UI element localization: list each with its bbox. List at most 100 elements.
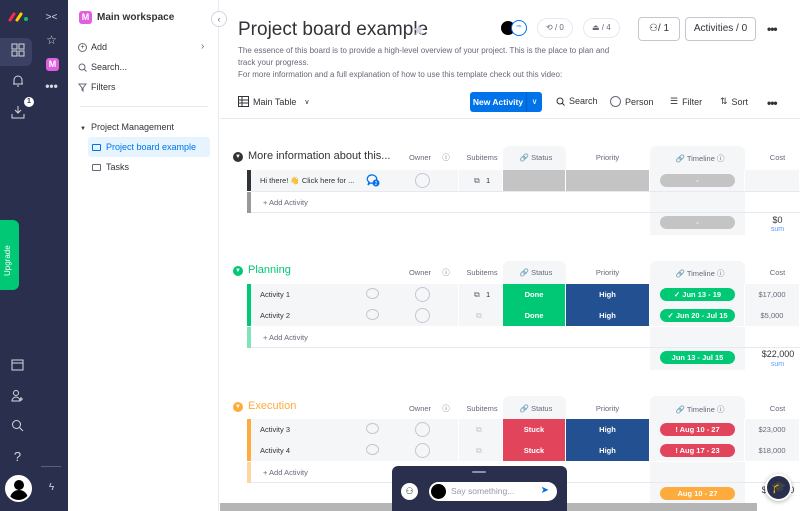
comment-icon[interactable] bbox=[366, 309, 379, 320]
collapse-arrows-icon[interactable]: >< bbox=[35, 12, 68, 23]
comment-icon[interactable] bbox=[366, 288, 379, 299]
cost-cell[interactable]: $18,000 bbox=[745, 440, 800, 461]
column-header-owner[interactable]: Owner bbox=[405, 268, 435, 277]
table-row[interactable]: Activity 4 ⧉ Stuck High ! Aug 17 - 23 $1… bbox=[247, 440, 800, 461]
members-button[interactable]: ⚇/ 1 bbox=[638, 17, 680, 41]
table-row[interactable]: Hi there! 👋 Click here for ... 2 ⧉ 1 - bbox=[247, 170, 800, 191]
workspace-avatar-small[interactable]: M bbox=[46, 58, 59, 71]
search-icon[interactable] bbox=[0, 419, 35, 436]
toolbar-search-button[interactable]: Search bbox=[556, 96, 598, 106]
send-icon[interactable]: ➤ bbox=[541, 485, 549, 496]
column-header-subitems[interactable]: Subitems bbox=[462, 404, 502, 413]
monday-logo[interactable] bbox=[8, 12, 30, 22]
subitems-cell[interactable]: ⧉ 1 bbox=[459, 284, 503, 305]
group-collapse-icon[interactable]: ▼ bbox=[233, 402, 243, 412]
column-header-priority[interactable]: Priority bbox=[576, 404, 639, 413]
info-icon[interactable]: ⓘ bbox=[441, 267, 451, 278]
column-header-cost[interactable]: Cost bbox=[760, 404, 795, 413]
notifications-bell-icon[interactable] bbox=[0, 74, 35, 92]
subitems-cell[interactable]: ⧉ 1 bbox=[459, 170, 503, 191]
sort-button[interactable]: ⇅ Sort bbox=[720, 96, 748, 107]
person-filter-button[interactable]: Person bbox=[610, 96, 654, 107]
column-header-cost[interactable]: Cost bbox=[760, 153, 795, 162]
chat-drag-handle[interactable] bbox=[472, 471, 486, 473]
table-row[interactable]: Activity 3 ⧉ Stuck High ! Aug 10 - 27 $2… bbox=[247, 419, 800, 440]
inbox-icon[interactable] bbox=[0, 105, 35, 123]
view-selector[interactable]: Main Table ∨ bbox=[238, 96, 310, 107]
cost-summary-label[interactable]: sum bbox=[760, 361, 795, 368]
timeline-cell[interactable]: ✓ Jun 20 - Jul 15 bbox=[650, 305, 745, 326]
column-header-subitems[interactable]: Subitems bbox=[462, 268, 502, 277]
column-header-owner[interactable]: Owner bbox=[405, 153, 435, 162]
chevron-right-icon[interactable]: › bbox=[201, 41, 204, 52]
lightning-icon[interactable]: ϟ bbox=[35, 482, 68, 493]
owner-cell[interactable] bbox=[386, 419, 459, 440]
invite-members-icon[interactable] bbox=[0, 389, 35, 406]
board-title[interactable]: Project board example bbox=[238, 19, 428, 41]
board-description[interactable]: The essence of this board is to provide … bbox=[238, 45, 628, 81]
info-icon[interactable]: ⓘ bbox=[441, 152, 451, 163]
invite-to-chat-icon[interactable]: ⚇ bbox=[401, 483, 418, 500]
my-work-calendar-icon[interactable] bbox=[0, 358, 35, 375]
integrations-button[interactable]: ⟲ / 0 bbox=[537, 18, 573, 38]
priority-cell[interactable]: High bbox=[566, 419, 650, 440]
table-row[interactable]: Activity 2 ⧉ Done High ✓ Jun 20 - Jul 15… bbox=[247, 305, 800, 326]
user-avatar[interactable] bbox=[5, 475, 32, 502]
priority-cell[interactable] bbox=[566, 170, 650, 191]
comment-icon[interactable] bbox=[366, 444, 379, 455]
new-activity-dropdown-icon[interactable]: ∨ bbox=[527, 92, 542, 112]
status-cell[interactable]: Stuck bbox=[503, 419, 566, 440]
board-menu-dots-icon[interactable]: ••• bbox=[767, 22, 778, 36]
table-row[interactable]: Activity 1 ⧉ 1 Done High ✓ Jun 13 - 19 $… bbox=[247, 284, 800, 305]
column-header-timeline[interactable]: 🔗 Timeline ⓘ bbox=[670, 404, 730, 415]
help-icon[interactable]: ? bbox=[0, 449, 35, 464]
add-button[interactable]: + Add bbox=[78, 42, 107, 52]
board-item-project-board-example[interactable]: Project board example bbox=[88, 137, 210, 157]
automations-button[interactable]: ⏏ / 4 bbox=[583, 18, 620, 38]
group-title[interactable]: Planning bbox=[248, 264, 291, 276]
status-cell[interactable] bbox=[503, 170, 566, 191]
cost-cell[interactable]: $23,000 bbox=[745, 419, 800, 440]
learning-center-graduation-cap-icon[interactable]: 🎓 bbox=[765, 474, 792, 501]
column-header-priority[interactable]: Priority bbox=[576, 268, 639, 277]
column-header-status[interactable]: 🔗 Status bbox=[516, 153, 556, 162]
comments-icon[interactable]: 2 bbox=[366, 173, 380, 187]
timeline-cell[interactable]: ! Aug 17 - 23 bbox=[650, 440, 745, 461]
filters-button[interactable]: Filters bbox=[78, 82, 116, 92]
info-icon[interactable]: ⓘ bbox=[441, 403, 451, 414]
filter-button[interactable]: ☰ Filter bbox=[670, 96, 702, 107]
priority-cell[interactable]: High bbox=[566, 305, 650, 326]
group-collapse-icon[interactable]: ▼ bbox=[233, 266, 243, 276]
favorites-star-icon[interactable]: ☆ bbox=[35, 33, 68, 47]
timeline-cell[interactable]: ! Aug 10 - 27 bbox=[650, 419, 745, 440]
column-header-subitems[interactable]: Subitems bbox=[462, 153, 502, 162]
share-board-icon[interactable]: ⇨ bbox=[511, 20, 527, 36]
workspace-search[interactable]: Search... bbox=[78, 62, 127, 72]
favorite-star-icon[interactable]: ★ bbox=[412, 21, 425, 39]
new-activity-label[interactable]: New Activity bbox=[470, 92, 527, 112]
column-header-cost[interactable]: Cost bbox=[760, 268, 795, 277]
group-title[interactable]: Execution bbox=[248, 400, 296, 412]
comment-icon[interactable] bbox=[366, 423, 379, 434]
column-header-timeline[interactable]: 🔗 Timeline ⓘ bbox=[670, 268, 730, 279]
timeline-cell[interactable]: - bbox=[650, 170, 745, 191]
timeline-cell[interactable]: ✓ Jun 13 - 19 bbox=[650, 284, 745, 305]
workspace-title[interactable]: M Main workspace bbox=[79, 11, 174, 24]
priority-cell[interactable]: High bbox=[566, 284, 650, 305]
column-header-status[interactable]: 🔗 Status bbox=[516, 404, 556, 413]
group-collapse-icon[interactable]: ▼ bbox=[233, 152, 243, 162]
status-cell[interactable]: Done bbox=[503, 284, 566, 305]
owner-cell[interactable] bbox=[386, 284, 459, 305]
upgrade-button[interactable]: Upgrade bbox=[0, 220, 19, 290]
new-activity-button[interactable]: New Activity ∨ bbox=[470, 92, 542, 112]
column-header-timeline[interactable]: 🔗 Timeline ⓘ bbox=[670, 153, 730, 164]
collapse-panel-button[interactable]: ‹ bbox=[211, 11, 227, 27]
column-header-priority[interactable]: Priority bbox=[576, 153, 639, 162]
owner-cell[interactable] bbox=[386, 440, 459, 461]
status-cell[interactable]: Stuck bbox=[503, 440, 566, 461]
column-header-status[interactable]: 🔗 Status bbox=[516, 268, 556, 277]
group-title[interactable]: More information about this... bbox=[248, 150, 390, 162]
subitems-cell[interactable]: ⧉ bbox=[459, 440, 503, 461]
cost-cell[interactable]: $17,000 bbox=[745, 284, 800, 305]
chat-input[interactable]: Say something... ➤ bbox=[429, 482, 557, 501]
